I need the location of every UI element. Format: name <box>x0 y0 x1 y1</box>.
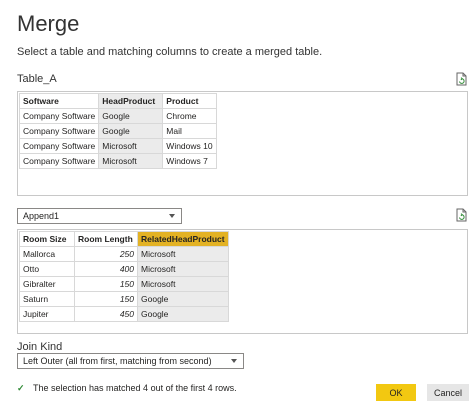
table-cell: Google <box>137 291 229 307</box>
table-cell: Company Software <box>18 123 100 139</box>
checkmark-icon: ✓ <box>17 383 25 393</box>
cancel-button[interactable]: Cancel <box>427 384 469 401</box>
column-header[interactable]: Room Size <box>19 231 75 247</box>
join-kind-dropdown[interactable]: Left Outer (all from first, matching fro… <box>17 353 244 369</box>
table-row: Company Software Google Chrome <box>18 108 217 124</box>
column-header[interactable]: Product <box>162 93 217 109</box>
match-status-text: The selection has matched 4 out of the f… <box>33 383 237 393</box>
table-cell: Company Software <box>18 153 100 169</box>
table-a-label: Table_A <box>17 73 57 85</box>
dialog-subtitle: Select a table and matching columns to c… <box>17 46 323 58</box>
table-row: Gibralter 150 Microsoft <box>19 276 229 292</box>
refresh-icon[interactable] <box>455 208 468 222</box>
match-status: ✓ The selection has matched 4 out of the … <box>17 383 237 394</box>
table-cell: Company Software <box>18 108 100 124</box>
table-row: Saturn 150 Google <box>19 291 229 307</box>
table-cell: 400 <box>74 261 138 277</box>
table-cell: Microsoft <box>137 261 229 277</box>
refresh-icon[interactable] <box>455 72 468 86</box>
join-kind-selected: Left Outer (all from first, matching fro… <box>23 356 212 366</box>
table-cell: Microsoft <box>98 138 164 154</box>
second-table-preview: Room Size Room Length RelatedHeadProduct… <box>17 229 468 334</box>
dialog-title: Merge <box>17 11 80 36</box>
table-cell: Google <box>137 306 229 322</box>
column-header[interactable]: Room Length <box>74 231 138 247</box>
table-a-grid: Software HeadProduct Product Company Sof… <box>18 93 217 169</box>
table-cell: Otto <box>19 261 75 277</box>
table-cell: 150 <box>74 276 138 292</box>
second-table-header-row: Room Size Room Length RelatedHeadProduct <box>19 231 229 247</box>
table-row: Otto 400 Microsoft <box>19 261 229 277</box>
column-header[interactable]: HeadProduct <box>98 93 164 109</box>
table-cell: Google <box>98 123 164 139</box>
table-cell: 450 <box>74 306 138 322</box>
second-table-selected: Append1 <box>23 211 60 221</box>
table-row: Mallorca 250 Microsoft <box>19 246 229 262</box>
table-cell: Windows 7 <box>162 153 217 169</box>
table-a-preview: Software HeadProduct Product Company Sof… <box>17 91 468 196</box>
table-cell: 250 <box>74 246 138 262</box>
table-cell: Jupiter <box>19 306 75 322</box>
table-cell: Mallorca <box>19 246 75 262</box>
column-header-selected[interactable]: RelatedHeadProduct <box>137 231 229 247</box>
join-kind-label: Join Kind <box>17 341 63 353</box>
second-table-dropdown[interactable]: Append1 <box>17 208 182 224</box>
table-cell: Microsoft <box>137 276 229 292</box>
table-cell: Microsoft <box>137 246 229 262</box>
chevron-down-icon <box>231 359 237 363</box>
table-cell: Mail <box>162 123 217 139</box>
table-cell: Company Software <box>18 138 100 154</box>
second-table-grid: Room Size Room Length RelatedHeadProduct… <box>19 231 229 322</box>
table-cell: Windows 10 <box>162 138 217 154</box>
table-cell: Gibralter <box>19 276 75 292</box>
table-cell: Microsoft <box>98 153 164 169</box>
table-row: Jupiter 450 Google <box>19 306 229 322</box>
table-cell: Google <box>98 108 164 124</box>
column-header[interactable]: Software <box>18 93 100 109</box>
table-cell: 150 <box>74 291 138 307</box>
chevron-down-icon <box>169 214 175 218</box>
table-row: Company Software Google Mail <box>18 123 217 139</box>
table-cell: Saturn <box>19 291 75 307</box>
table-row: Company Software Microsoft Windows 10 <box>18 138 217 154</box>
table-row: Company Software Microsoft Windows 7 <box>18 153 217 169</box>
ok-button[interactable]: OK <box>376 384 416 401</box>
table-cell: Chrome <box>162 108 217 124</box>
table-a-header-row: Software HeadProduct Product <box>18 93 217 109</box>
